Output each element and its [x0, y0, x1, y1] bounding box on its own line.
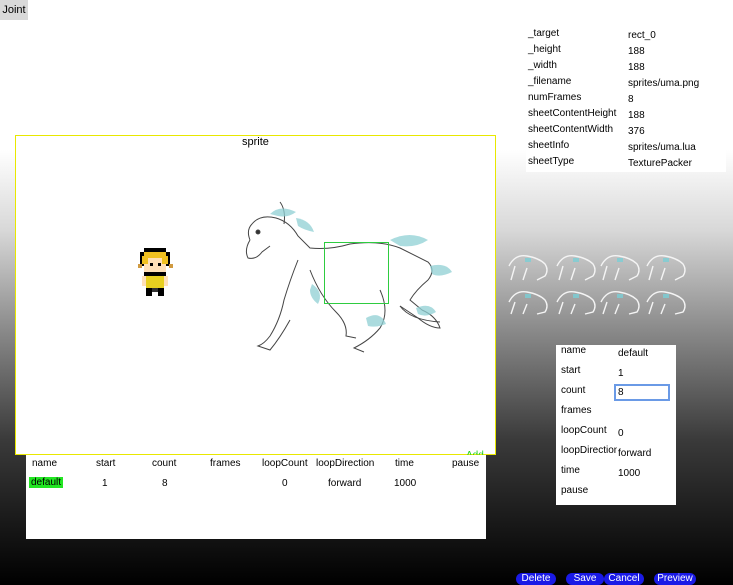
cell-loopcount: 0	[282, 478, 288, 489]
prop-value: sprites/uma.png	[628, 78, 700, 89]
sequence-editor: name default start 1 count frames loopCo…	[556, 345, 676, 505]
field-label-time: time	[561, 465, 580, 476]
field-value-name[interactable]: default	[618, 348, 648, 359]
prop-key: sheetInfo	[528, 140, 570, 151]
prop-value: TexturePacker	[628, 158, 692, 169]
frame-selection-rect[interactable]	[324, 242, 389, 304]
prop-key: sheetContentWidth	[528, 124, 614, 135]
column-header-frames: frames	[210, 458, 241, 469]
prop-value: rect_0	[628, 30, 656, 41]
field-value-time[interactable]: 1000	[618, 468, 640, 479]
field-label-count: count	[561, 385, 586, 396]
prop-value: sprites/uma.lua	[628, 142, 696, 153]
preview-button[interactable]: Preview	[654, 573, 696, 585]
prop-key: _width	[528, 60, 557, 71]
field-label-start: start	[561, 365, 581, 376]
properties-panel: _target rect_0 _height 188 _width 188 _f…	[526, 28, 726, 172]
field-label-name: name	[561, 345, 587, 356]
field-label-loopcount: loopCount	[561, 425, 607, 436]
prop-row-width: _width 188	[526, 60, 726, 76]
column-header-time: time	[395, 458, 414, 469]
cell-name[interactable]: default	[29, 477, 64, 488]
cell-count: 8	[162, 478, 168, 489]
pixel-character-sprite[interactable]	[138, 248, 174, 300]
prop-row-sheetcontentwidth: sheetContentWidth 376	[526, 124, 726, 140]
prop-key: sheetType	[528, 156, 575, 167]
prop-row-numframes: numFrames 8	[526, 92, 726, 108]
prop-key: _height	[528, 44, 561, 55]
prop-row-target: _target rect_0	[526, 28, 726, 44]
sequences-table: name start count frames loopCount loopDi…	[26, 455, 486, 539]
count-input[interactable]	[614, 384, 670, 401]
prop-value: 188	[628, 62, 645, 73]
prop-key: numFrames	[528, 92, 582, 103]
prop-value: 376	[628, 126, 645, 137]
column-header-name: name	[32, 458, 58, 469]
sprite-sheet-preview	[508, 255, 686, 315]
prop-row-sheetcontentheight: sheetContentHeight 188	[526, 108, 726, 124]
prop-row-height: _height 188	[526, 44, 726, 60]
field-label-frames: frames	[561, 405, 592, 416]
prop-value: 8	[628, 94, 634, 105]
cell-start: 1	[102, 478, 108, 489]
prop-value: 188	[628, 46, 645, 57]
prop-row-sheettype: sheetType TexturePacker	[526, 156, 726, 172]
cancel-button[interactable]: Cancel	[604, 573, 644, 585]
prop-key: _filename	[528, 76, 572, 87]
column-header-loopcount: loopCount	[262, 458, 308, 469]
header-faint-text	[460, 5, 660, 17]
field-label-loopdirection: loopDirection	[561, 445, 617, 456]
prop-row-filename: _filename sprites/uma.png	[526, 76, 726, 92]
sprite-stage[interactable]: sprite	[15, 135, 496, 455]
save-button[interactable]: Save	[566, 573, 604, 585]
cell-time: 1000	[394, 478, 417, 489]
cell-loopdirection: forward	[328, 478, 362, 489]
prop-key: sheetContentHeight	[528, 108, 617, 119]
prop-value: 188	[628, 110, 645, 121]
delete-button[interactable]: Delete	[516, 573, 556, 585]
prop-row-sheetinfo: sheetInfo sprites/uma.lua	[526, 140, 726, 156]
field-label-pause: pause	[561, 485, 589, 496]
stage-label: sprite	[242, 136, 269, 148]
field-value-loopcount[interactable]: 0	[618, 428, 624, 439]
column-header-start: start	[96, 458, 116, 469]
prop-key: _target	[528, 28, 560, 39]
column-header-loopdirection: loopDirection	[316, 458, 375, 469]
joint-tab[interactable]: Joint	[0, 0, 28, 20]
field-value-loopdirection[interactable]: forward	[618, 448, 651, 459]
field-value-start[interactable]: 1	[618, 368, 624, 379]
stage-title: sprite	[231, 104, 279, 125]
column-header-count: count	[152, 458, 177, 469]
column-header-pause: pause	[452, 458, 480, 469]
